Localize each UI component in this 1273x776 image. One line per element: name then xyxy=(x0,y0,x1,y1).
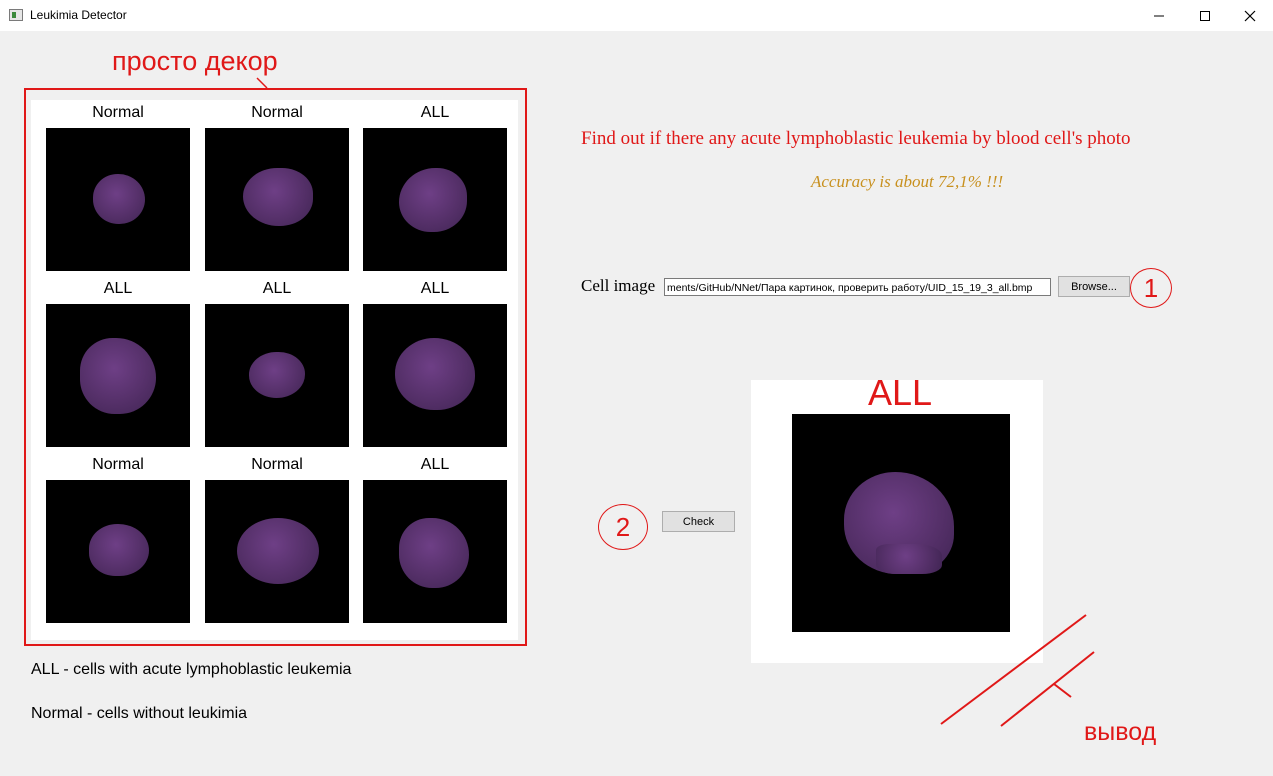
cell-image xyxy=(205,304,349,447)
cell-image xyxy=(363,480,507,623)
cell-image xyxy=(205,128,349,271)
maximize-icon xyxy=(1200,10,1210,21)
file-path-field[interactable]: ments/GitHub/NNet/Пара картинок, провери… xyxy=(664,278,1051,296)
cell-image xyxy=(205,480,349,623)
check-button[interactable]: Check xyxy=(662,511,735,532)
cell-label: Normal xyxy=(92,456,144,473)
cell-image-label: Cell image xyxy=(581,276,656,295)
result-label: ALL xyxy=(867,372,933,413)
annotation-output-note: вывод xyxy=(1084,718,1157,746)
minimize-button[interactable] xyxy=(1136,0,1182,31)
annotation-step-2: 2 xyxy=(598,504,648,550)
cell-image xyxy=(46,480,190,623)
cell-label: ALL xyxy=(262,280,292,297)
maximize-button[interactable] xyxy=(1182,0,1228,31)
cell-label: Normal xyxy=(251,104,303,121)
close-icon xyxy=(1244,10,1256,21)
accuracy-note: Accuracy is about 72,1% !!! xyxy=(811,172,1004,191)
app-icon xyxy=(9,9,23,21)
cell-label: ALL xyxy=(420,456,450,473)
headline: Find out if there any acute lymphoblasti… xyxy=(581,128,1131,149)
cell-label: Normal xyxy=(92,104,144,121)
legend-normal: Normal - cells without leukimia xyxy=(31,705,248,722)
window-title: Leukimia Detector xyxy=(30,8,127,22)
cell-label: ALL xyxy=(103,280,133,297)
file-path-value: ments/GitHub/NNet/Пара картинок, провери… xyxy=(667,282,1033,294)
cell-label: ALL xyxy=(420,280,450,297)
minimize-icon xyxy=(1154,15,1164,16)
cell-label: Normal xyxy=(251,456,303,473)
cell-image xyxy=(46,304,190,447)
cell-image xyxy=(46,128,190,271)
close-button[interactable] xyxy=(1227,0,1273,31)
browse-button[interactable]: Browse... xyxy=(1058,276,1130,297)
annotation-arrow-lines xyxy=(940,614,1095,727)
cell-image xyxy=(363,128,507,271)
title-bar xyxy=(0,0,1273,31)
annotation-step-1: 1 xyxy=(1130,268,1172,308)
annotation-decor-note: просто декор xyxy=(112,46,278,76)
cell-label: ALL xyxy=(420,104,450,121)
result-cell-image xyxy=(792,414,1010,632)
legend-all: ALL - cells with acute lymphoblastic leu… xyxy=(31,661,352,678)
cell-image xyxy=(363,304,507,447)
